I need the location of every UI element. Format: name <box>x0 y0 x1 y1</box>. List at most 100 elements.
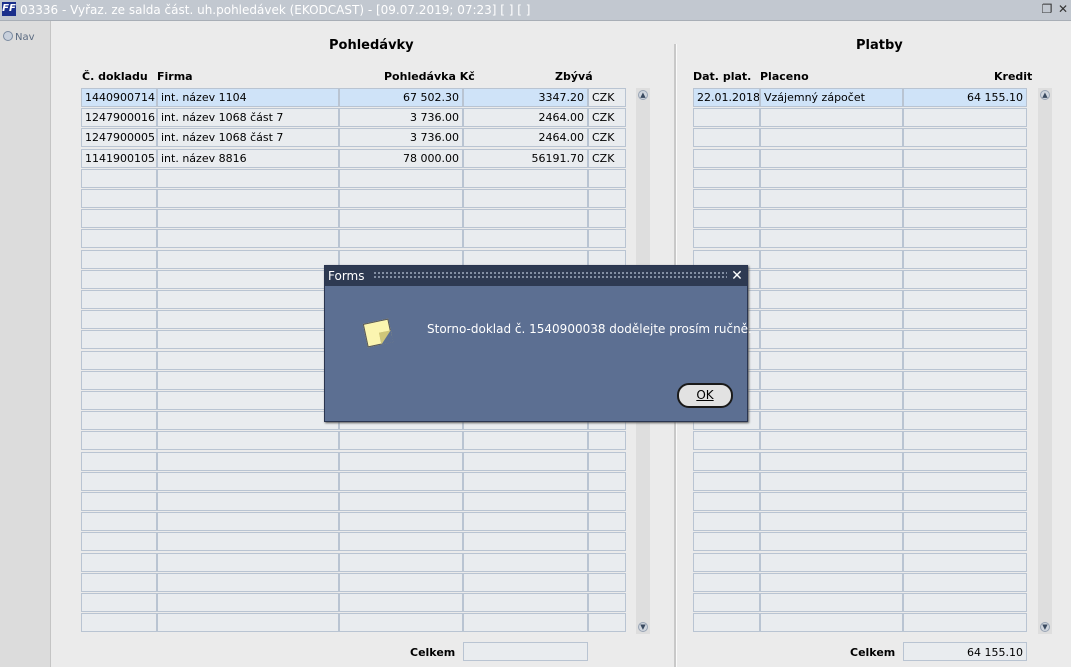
table-cell[interactable] <box>903 270 1027 289</box>
table-cell[interactable] <box>588 532 626 551</box>
table-cell[interactable] <box>693 492 760 511</box>
dialog-close-icon[interactable]: ✕ <box>727 266 747 286</box>
table-cell[interactable] <box>693 108 760 127</box>
table-cell[interactable] <box>81 431 157 450</box>
table-cell[interactable] <box>693 512 760 531</box>
dialog-title-bar[interactable]: Forms ✕ <box>325 266 747 286</box>
table-cell[interactable] <box>81 229 157 248</box>
table-cell[interactable] <box>903 553 1027 572</box>
table-cell[interactable] <box>760 492 903 511</box>
table-cell[interactable] <box>157 613 339 632</box>
table-cell[interactable]: 1141900105 <box>81 149 157 168</box>
table-cell[interactable] <box>693 149 760 168</box>
table-cell[interactable] <box>339 431 463 450</box>
table-cell[interactable]: 1247900005 <box>81 128 157 147</box>
table-cell[interactable] <box>903 431 1027 450</box>
table-cell[interactable] <box>760 553 903 572</box>
table-cell[interactable]: 22.01.2018 <box>693 88 760 107</box>
table-cell[interactable] <box>588 229 626 248</box>
table-cell[interactable] <box>157 431 339 450</box>
table-cell[interactable] <box>693 613 760 632</box>
table-cell[interactable] <box>81 452 157 471</box>
table-cell[interactable]: CZK <box>588 108 626 127</box>
table-cell[interactable]: CZK <box>588 88 626 107</box>
table-cell[interactable] <box>903 290 1027 309</box>
table-cell[interactable] <box>81 553 157 572</box>
table-cell[interactable] <box>693 169 760 188</box>
table-cell[interactable] <box>588 593 626 612</box>
table-cell[interactable] <box>157 452 339 471</box>
nav-button[interactable]: Nav <box>3 31 35 43</box>
table-cell[interactable] <box>588 169 626 188</box>
table-cell[interactable]: 78 000.00 <box>339 149 463 168</box>
table-cell[interactable]: 64 155.10 <box>903 88 1027 107</box>
table-cell[interactable] <box>463 613 588 632</box>
table-cell[interactable] <box>903 593 1027 612</box>
table-cell[interactable] <box>157 330 339 349</box>
table-cell[interactable]: 2464.00 <box>463 108 588 127</box>
restore-icon[interactable]: ❐ <box>1040 2 1054 16</box>
table-cell[interactable] <box>339 512 463 531</box>
table-cell[interactable] <box>81 411 157 430</box>
table-cell[interactable] <box>463 472 588 491</box>
table-cell[interactable] <box>81 391 157 410</box>
table-cell[interactable] <box>81 209 157 228</box>
table-cell[interactable] <box>903 250 1027 269</box>
table-cell[interactable] <box>903 472 1027 491</box>
table-cell[interactable] <box>463 532 588 551</box>
table-cell[interactable] <box>463 512 588 531</box>
table-cell[interactable] <box>157 290 339 309</box>
table-cell[interactable] <box>463 593 588 612</box>
table-cell[interactable] <box>760 351 903 370</box>
table-cell[interactable] <box>693 452 760 471</box>
table-cell[interactable] <box>157 250 339 269</box>
table-cell[interactable] <box>157 472 339 491</box>
table-cell[interactable] <box>463 492 588 511</box>
table-cell[interactable] <box>339 472 463 491</box>
table-cell[interactable] <box>463 229 588 248</box>
table-cell[interactable] <box>463 553 588 572</box>
table-cell[interactable] <box>81 371 157 390</box>
table-cell[interactable] <box>81 169 157 188</box>
table-cell[interactable] <box>760 512 903 531</box>
table-cell[interactable] <box>81 330 157 349</box>
table-cell[interactable] <box>760 532 903 551</box>
table-cell[interactable] <box>157 351 339 370</box>
table-cell[interactable] <box>157 209 339 228</box>
table-cell[interactable] <box>903 411 1027 430</box>
table-cell[interactable] <box>903 613 1027 632</box>
table-cell[interactable]: 1247900016 <box>81 108 157 127</box>
table-cell[interactable] <box>760 411 903 430</box>
table-cell[interactable] <box>157 270 339 289</box>
table-cell[interactable] <box>463 452 588 471</box>
table-cell[interactable] <box>760 452 903 471</box>
table-cell[interactable] <box>760 472 903 491</box>
table-cell[interactable] <box>81 189 157 208</box>
table-cell[interactable] <box>588 492 626 511</box>
table-cell[interactable] <box>339 169 463 188</box>
table-cell[interactable] <box>81 573 157 592</box>
table-cell[interactable] <box>760 270 903 289</box>
table-cell[interactable] <box>157 391 339 410</box>
table-cell[interactable] <box>339 532 463 551</box>
table-cell[interactable]: 1440900714 <box>81 88 157 107</box>
table-cell[interactable]: Vzájemný zápočet <box>760 88 903 107</box>
platby-total-field[interactable]: 64 155.10 <box>903 642 1027 661</box>
table-cell[interactable] <box>903 371 1027 390</box>
table-cell[interactable] <box>339 613 463 632</box>
table-cell[interactable] <box>339 452 463 471</box>
table-cell[interactable] <box>81 290 157 309</box>
table-cell[interactable] <box>157 553 339 572</box>
pohledavky-total-field[interactable] <box>463 642 588 661</box>
table-cell[interactable]: int. název 8816 <box>157 149 339 168</box>
table-cell[interactable] <box>760 593 903 612</box>
table-cell[interactable] <box>157 229 339 248</box>
table-cell[interactable] <box>157 169 339 188</box>
scroll-down-icon[interactable]: ▼ <box>636 620 650 634</box>
table-cell[interactable] <box>157 189 339 208</box>
table-cell[interactable] <box>693 128 760 147</box>
table-cell[interactable] <box>760 108 903 127</box>
table-cell[interactable] <box>903 330 1027 349</box>
table-cell[interactable] <box>903 108 1027 127</box>
table-cell[interactable] <box>760 169 903 188</box>
